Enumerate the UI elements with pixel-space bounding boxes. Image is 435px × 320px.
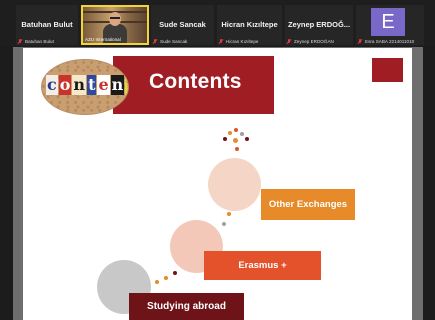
shared-slide: c o n t e n t Contents Other Exchanges E… bbox=[23, 48, 412, 320]
collage-letter: n bbox=[110, 75, 125, 95]
mic-muted-icon bbox=[287, 39, 291, 44]
connector-dot bbox=[173, 271, 177, 275]
collage-letter: e bbox=[97, 75, 110, 95]
participant-display-name: Sude Sancak bbox=[159, 20, 206, 29]
connector-dot bbox=[228, 131, 232, 135]
collage-letter: c bbox=[46, 75, 58, 95]
participant-tile[interactable]: Zeynep ERDOĞ... Zeynep ERDOĞAN bbox=[285, 5, 353, 45]
agenda-item-studying-abroad: Studying abroad bbox=[129, 293, 244, 320]
connector-dot bbox=[233, 138, 238, 143]
participant-name-text: Batuhan Bulut bbox=[25, 39, 54, 44]
collage-letter: o bbox=[58, 75, 72, 95]
mic-muted-icon bbox=[358, 39, 362, 44]
connector-dot bbox=[234, 128, 238, 132]
collage-letter: t bbox=[87, 75, 97, 95]
step-circle bbox=[208, 158, 261, 211]
connector-dot bbox=[235, 147, 239, 151]
participant-name-text: AZU International bbox=[85, 37, 121, 42]
participant-name-text: Sude Sancak bbox=[160, 39, 188, 44]
decorative-square bbox=[372, 58, 403, 82]
participant-name-label: Hicran Kızıltepe bbox=[219, 39, 258, 44]
participant-video-face bbox=[109, 12, 121, 26]
participant-display-name: Batuhan Bulut bbox=[21, 20, 73, 29]
collage-letter: n bbox=[72, 75, 87, 95]
mic-muted-icon bbox=[18, 39, 22, 44]
participant-name-label: Zeynep ERDOĞAN bbox=[287, 39, 334, 44]
participant-video-tile[interactable]: AZU International bbox=[81, 5, 149, 45]
participant-display-name: Zeynep ERDOĞ... bbox=[287, 20, 351, 29]
avatar: E bbox=[371, 8, 405, 36]
participant-tile[interactable]: Hicran Kızıltepe Hicran Kızıltepe bbox=[217, 5, 282, 45]
connector-dot bbox=[164, 276, 168, 280]
mic-muted-icon bbox=[153, 39, 157, 44]
participant-name-label: AZU International bbox=[85, 37, 121, 42]
participant-name-label: Esra SABA 2214011010 bbox=[358, 39, 414, 44]
slide-title: Contents bbox=[149, 70, 242, 93]
connector-dot bbox=[227, 212, 231, 216]
participant-strip: Batuhan Bulut Batuhan Bulut AZU Internat… bbox=[0, 0, 435, 46]
connector-dot bbox=[222, 222, 226, 226]
participant-tile[interactable]: Batuhan Bulut Batuhan Bulut bbox=[16, 5, 78, 45]
connector-dot bbox=[223, 137, 227, 141]
agenda-item-other-exchanges: Other Exchanges bbox=[261, 189, 355, 220]
content-collage-image: c o n t e n t bbox=[41, 59, 129, 115]
collage-letters: c o n t e n t bbox=[46, 75, 128, 95]
mic-muted-icon bbox=[219, 39, 223, 44]
participant-tile[interactable]: Sude Sancak Sude Sancak bbox=[151, 5, 214, 45]
participant-name-text: Zeynep ERDOĞAN bbox=[294, 39, 334, 44]
agenda-item-erasmus: Erasmus + bbox=[204, 251, 321, 280]
participant-name-text: Hicran Kızıltepe bbox=[226, 39, 259, 44]
participant-video-glasses bbox=[110, 17, 120, 19]
participant-name-label: Sude Sancak bbox=[153, 39, 187, 44]
participant-name-label: Batuhan Bulut bbox=[18, 39, 54, 44]
connector-dot bbox=[155, 280, 159, 284]
connector-dot bbox=[245, 137, 249, 141]
connector-dot bbox=[240, 132, 244, 136]
participant-name-text: Esra SABA 2214011010 bbox=[365, 39, 415, 44]
participant-display-name: Hicran Kızıltepe bbox=[221, 20, 278, 29]
